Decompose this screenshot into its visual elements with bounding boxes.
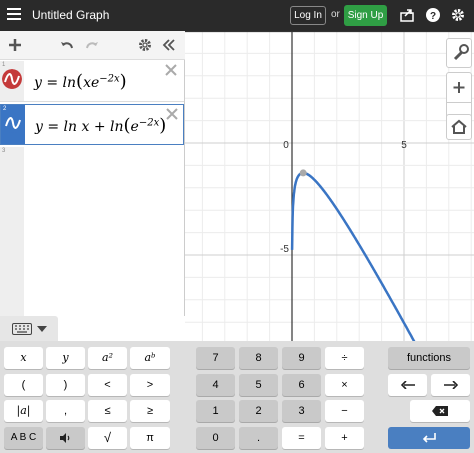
key-4[interactable]: 4 (196, 374, 235, 396)
key-a-squared[interactable]: a² (88, 347, 127, 369)
key-pi[interactable]: π (130, 427, 170, 449)
or-text: or (331, 9, 340, 20)
signup-button[interactable]: Sign Up (344, 5, 387, 26)
key-open-paren[interactable]: ( (4, 374, 43, 396)
key-1[interactable]: 1 (196, 400, 235, 422)
key-6[interactable]: 6 (282, 374, 321, 396)
backspace-key[interactable] (410, 400, 470, 422)
key-plus[interactable]: + (325, 427, 364, 449)
key-equals[interactable]: = (282, 427, 321, 449)
key-7[interactable]: 7 (196, 347, 235, 369)
graph-canvas[interactable]: -505-5 (176, 30, 474, 352)
key-8[interactable]: 8 (239, 347, 278, 369)
curve-color-icon[interactable] (2, 69, 22, 89)
key-less-equal[interactable]: ≤ (88, 400, 127, 422)
left-arrow-key[interactable] (388, 374, 427, 396)
key-less-than[interactable]: < (88, 374, 127, 396)
undo-icon[interactable] (59, 37, 75, 53)
key-absolute-value[interactable]: |a| (4, 400, 43, 422)
expression-toolbar (0, 31, 185, 60)
y-tick-label: -5 (280, 244, 289, 255)
key-decimal[interactable]: . (239, 427, 278, 449)
expression-number: 1 (2, 62, 6, 68)
key-greater-equal[interactable]: ≥ (130, 400, 170, 422)
expression-number: 2 (3, 106, 7, 112)
wrench-icon (453, 44, 469, 61)
functions-button[interactable]: functions (388, 347, 470, 369)
login-button[interactable]: Log In (290, 6, 326, 25)
expression-row[interactable]: 1 y = ln(xe−2x) (0, 61, 184, 102)
expression-formula[interactable]: y = ln(xe−2x) (34, 71, 127, 92)
home-button[interactable] (446, 114, 472, 140)
x-tick-label: 5 (401, 140, 407, 151)
curve-color-icon[interactable] (3, 113, 23, 133)
collapse-panel-icon[interactable] (161, 37, 177, 53)
key-y[interactable]: y (46, 347, 85, 369)
chevron-down-icon (37, 326, 47, 332)
key-close-paren[interactable]: ) (46, 374, 85, 396)
expression-formula[interactable]: y = ln x + ln(e−2x) (35, 115, 166, 136)
keyboard-icon (12, 323, 32, 335)
settings-icon[interactable] (137, 37, 153, 53)
enter-icon (422, 433, 436, 443)
key-3[interactable]: 3 (282, 400, 321, 422)
key-x[interactable]: x (4, 347, 43, 369)
key-multiply[interactable]: × (325, 374, 364, 396)
key-minus[interactable]: − (325, 400, 364, 422)
backspace-icon (432, 406, 448, 416)
key-2[interactable]: 2 (239, 400, 278, 422)
maximum-point (299, 169, 307, 177)
graph-settings-button[interactable] (446, 38, 472, 68)
expression-row[interactable]: 2 y = ln x + ln(e−2x) (0, 104, 184, 145)
share-icon[interactable] (399, 7, 415, 23)
right-arrow-key[interactable] (431, 374, 470, 396)
expression-list: 1 y = ln(xe−2x) 2 y = ln x + ln(e−2x) 3 (0, 31, 185, 316)
expression-gutter: 2 (1, 105, 25, 144)
key-comma[interactable]: , (46, 400, 85, 422)
key-greater-than[interactable]: > (130, 374, 170, 396)
arrow-left-icon (400, 380, 415, 390)
home-icon (451, 119, 467, 134)
delete-expression-icon[interactable] (166, 108, 178, 120)
function-curve (290, 171, 421, 352)
zoom-in-icon[interactable] (447, 73, 471, 102)
expression-gutter: 1 (0, 61, 24, 101)
graph-title[interactable]: Untitled Graph (32, 8, 109, 22)
math-keyboard: x y a² aᵇ ( ) < > |a| , ≤ ≥ A B C √ π 7 … (0, 341, 474, 453)
top-bar: Untitled Graph Log In or Sign Up ? (0, 0, 474, 31)
delete-expression-icon[interactable] (165, 64, 177, 76)
arrow-right-icon (443, 380, 458, 390)
menu-icon[interactable] (7, 8, 21, 22)
enter-key[interactable] (388, 427, 470, 449)
add-icon[interactable] (7, 37, 23, 53)
settings-icon[interactable] (450, 7, 466, 23)
redo-icon[interactable] (84, 37, 100, 53)
key-sqrt[interactable]: √ (88, 427, 127, 449)
key-a-power-b[interactable]: aᵇ (130, 347, 170, 369)
key-abc[interactable]: A B C (4, 427, 43, 449)
x-tick-label: 0 (283, 140, 289, 151)
expression-number: 3 (2, 148, 6, 154)
keyboard-toggle[interactable] (0, 316, 58, 341)
key-audio[interactable] (46, 427, 85, 449)
expression-gutter[interactable]: 3 (0, 147, 24, 316)
svg-text:?: ? (430, 11, 436, 22)
speaker-icon (59, 433, 69, 443)
key-5[interactable]: 5 (239, 374, 278, 396)
key-0[interactable]: 0 (196, 427, 235, 449)
key-divide[interactable]: ÷ (325, 347, 364, 369)
key-9[interactable]: 9 (282, 347, 321, 369)
help-icon[interactable]: ? (425, 7, 441, 23)
graph-area[interactable]: -505-5 (176, 30, 474, 352)
